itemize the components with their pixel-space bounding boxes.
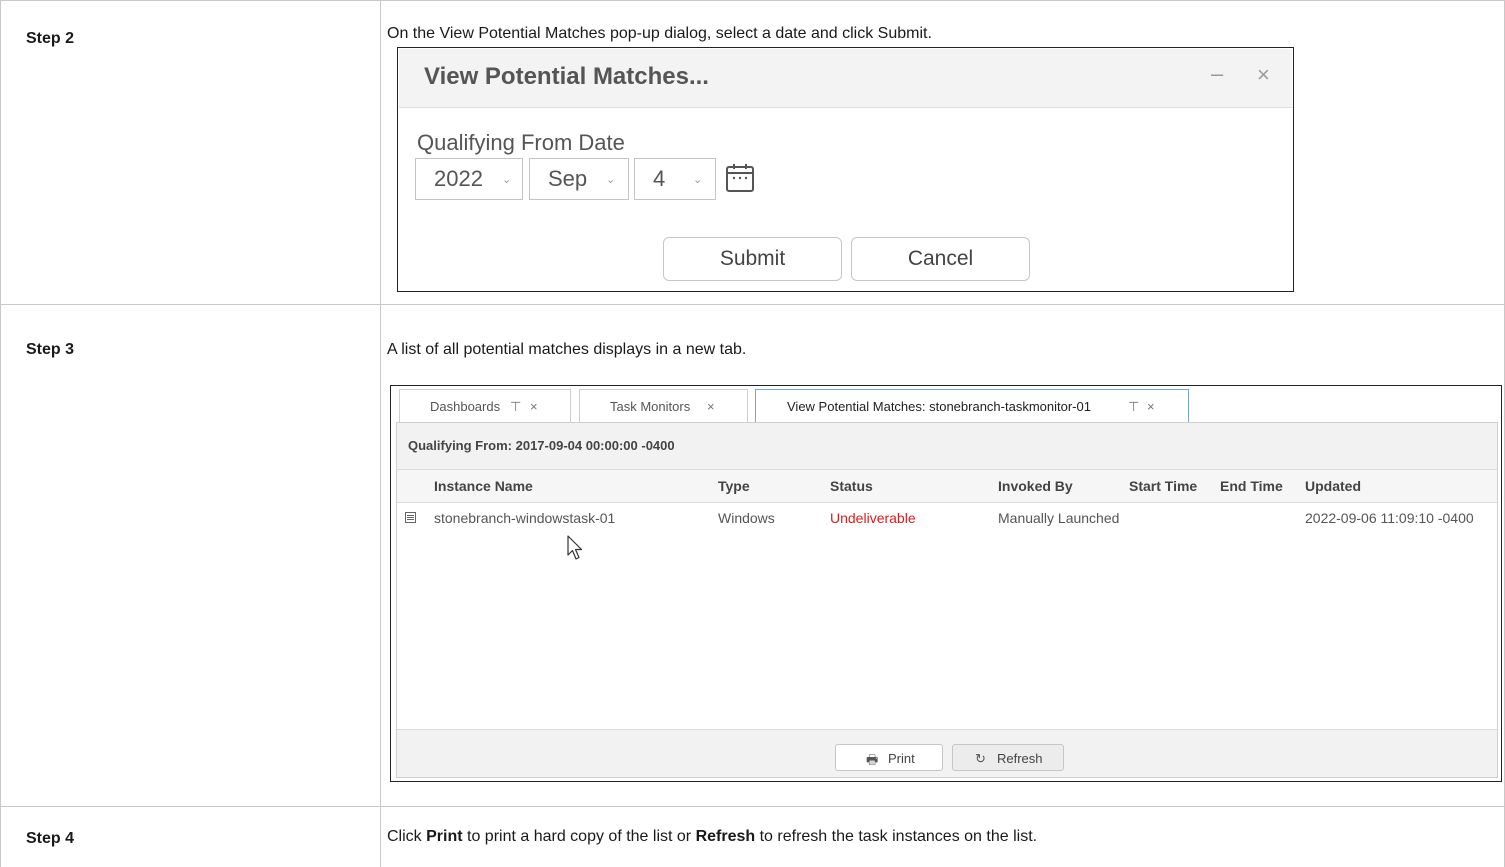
step-4-text-part: to refresh the task instances on the lis… bbox=[755, 828, 1038, 845]
column-divider bbox=[380, 0, 381, 867]
print-button-label: Print bbox=[888, 751, 915, 766]
minimize-icon[interactable]: – bbox=[1211, 61, 1223, 87]
cell-status: Undeliverable bbox=[830, 510, 916, 526]
year-select[interactable]: 2022 ⌄ bbox=[415, 158, 523, 200]
panel-footer: 🖶 Print ↻ Refresh bbox=[397, 729, 1497, 777]
cancel-button[interactable]: Cancel bbox=[851, 237, 1030, 281]
chevron-down-icon: ⌄ bbox=[693, 174, 703, 186]
chevron-down-icon: ⌄ bbox=[606, 174, 616, 186]
close-icon[interactable]: × bbox=[530, 399, 538, 414]
close-icon[interactable]: × bbox=[1257, 62, 1270, 88]
step-3-label: Step 3 bbox=[26, 341, 75, 358]
cell-invoked-by: Manually Launched bbox=[998, 510, 1120, 526]
submit-button[interactable]: Submit bbox=[663, 237, 842, 281]
step-2-label: Step 2 bbox=[26, 30, 75, 47]
month-select[interactable]: Sep ⌄ bbox=[529, 158, 629, 200]
tab-label: View Potential Matches: stonebranch-task… bbox=[787, 399, 1091, 414]
step-4-text-part: Click bbox=[387, 828, 427, 845]
calendar-icon[interactable] bbox=[725, 162, 755, 194]
print-button[interactable]: 🖶 Print bbox=[835, 744, 943, 771]
cell-instance-name[interactable]: stonebranch-windowstask-01 bbox=[434, 510, 615, 526]
column-header-type[interactable]: Type bbox=[718, 478, 750, 494]
task-instance-icon bbox=[405, 512, 416, 523]
day-select[interactable]: 4 ⌄ bbox=[634, 158, 716, 200]
qualifying-bar: Qualifying From: 2017-09-04 00:00:00 -04… bbox=[397, 423, 1497, 470]
tab-content: Qualifying From: 2017-09-04 00:00:00 -04… bbox=[396, 422, 1498, 778]
qualifying-from-text: Qualifying From: 2017-09-04 00:00:00 -04… bbox=[408, 438, 675, 453]
dialog-header: View Potential Matches... – × bbox=[399, 49, 1292, 108]
step-4-label: Step 4 bbox=[26, 830, 75, 847]
step-2-text: On the View Potential Matches pop-up dia… bbox=[387, 25, 932, 42]
tab-label: Task Monitors bbox=[610, 399, 691, 414]
tab-view-potential-matches[interactable]: View Potential Matches: stonebranch-task… bbox=[755, 389, 1189, 422]
table-border-left bbox=[0, 0, 1, 867]
column-header-start-time[interactable]: Start Time bbox=[1129, 478, 1197, 494]
grid-header: Instance Name Type Status Invoked By Sta… bbox=[397, 470, 1497, 503]
potential-matches-panel: Dashboards ⊤ × Task Monitors × View Pote… bbox=[390, 385, 1502, 782]
table-row[interactable]: stonebranch-windowstask-01 Windows Undel… bbox=[397, 503, 1497, 533]
refresh-button-label: Refresh bbox=[997, 751, 1043, 766]
column-header-invoked-by[interactable]: Invoked By bbox=[998, 478, 1073, 494]
table-border-top bbox=[0, 0, 1505, 1]
cell-type: Windows bbox=[718, 510, 775, 526]
tab-dashboards[interactable]: Dashboards ⊤ × bbox=[399, 389, 571, 422]
refresh-button[interactable]: ↻ Refresh bbox=[952, 744, 1064, 771]
row-divider bbox=[0, 806, 1505, 807]
step-4-text-part: to print a hard copy of the list or bbox=[462, 828, 696, 845]
column-header-end-time[interactable]: End Time bbox=[1220, 478, 1283, 494]
month-value: Sep bbox=[548, 166, 588, 191]
close-icon[interactable]: × bbox=[1147, 399, 1155, 414]
column-header-instance-name[interactable]: Instance Name bbox=[434, 478, 533, 494]
column-header-status[interactable]: Status bbox=[830, 478, 873, 494]
pin-icon[interactable]: ⊤ bbox=[510, 399, 521, 415]
qualifying-from-date-label: Qualifying From Date bbox=[417, 130, 625, 155]
refresh-keyword: Refresh bbox=[695, 828, 756, 845]
chevron-down-icon: ⌄ bbox=[502, 174, 512, 186]
tab-task-monitors[interactable]: Task Monitors × bbox=[579, 389, 748, 422]
row-divider bbox=[0, 304, 1505, 305]
view-potential-matches-dialog: View Potential Matches... – × Qualifying… bbox=[397, 47, 1294, 292]
year-value: 2022 bbox=[434, 166, 483, 191]
dialog-title: View Potential Matches... bbox=[424, 63, 709, 90]
mouse-cursor-icon bbox=[567, 535, 583, 560]
instruction-table: Step 2 On the View Potential Matches pop… bbox=[0, 0, 1505, 867]
tab-label: Dashboards bbox=[430, 399, 501, 414]
column-header-updated[interactable]: Updated bbox=[1305, 478, 1361, 494]
step-4-text: Click Print to print a hard copy of the … bbox=[387, 828, 1037, 846]
cell-updated: 2022-09-06 11:09:10 -0400 bbox=[1305, 510, 1474, 526]
printer-icon: 🖶 bbox=[866, 752, 879, 767]
pin-icon[interactable]: ⊤ bbox=[1128, 399, 1139, 415]
refresh-icon: ↻ bbox=[975, 751, 986, 766]
day-value: 4 bbox=[653, 166, 666, 191]
close-icon[interactable]: × bbox=[707, 399, 715, 414]
print-keyword: Print bbox=[426, 828, 463, 845]
step-3-text: A list of all potential matches displays… bbox=[387, 341, 747, 358]
